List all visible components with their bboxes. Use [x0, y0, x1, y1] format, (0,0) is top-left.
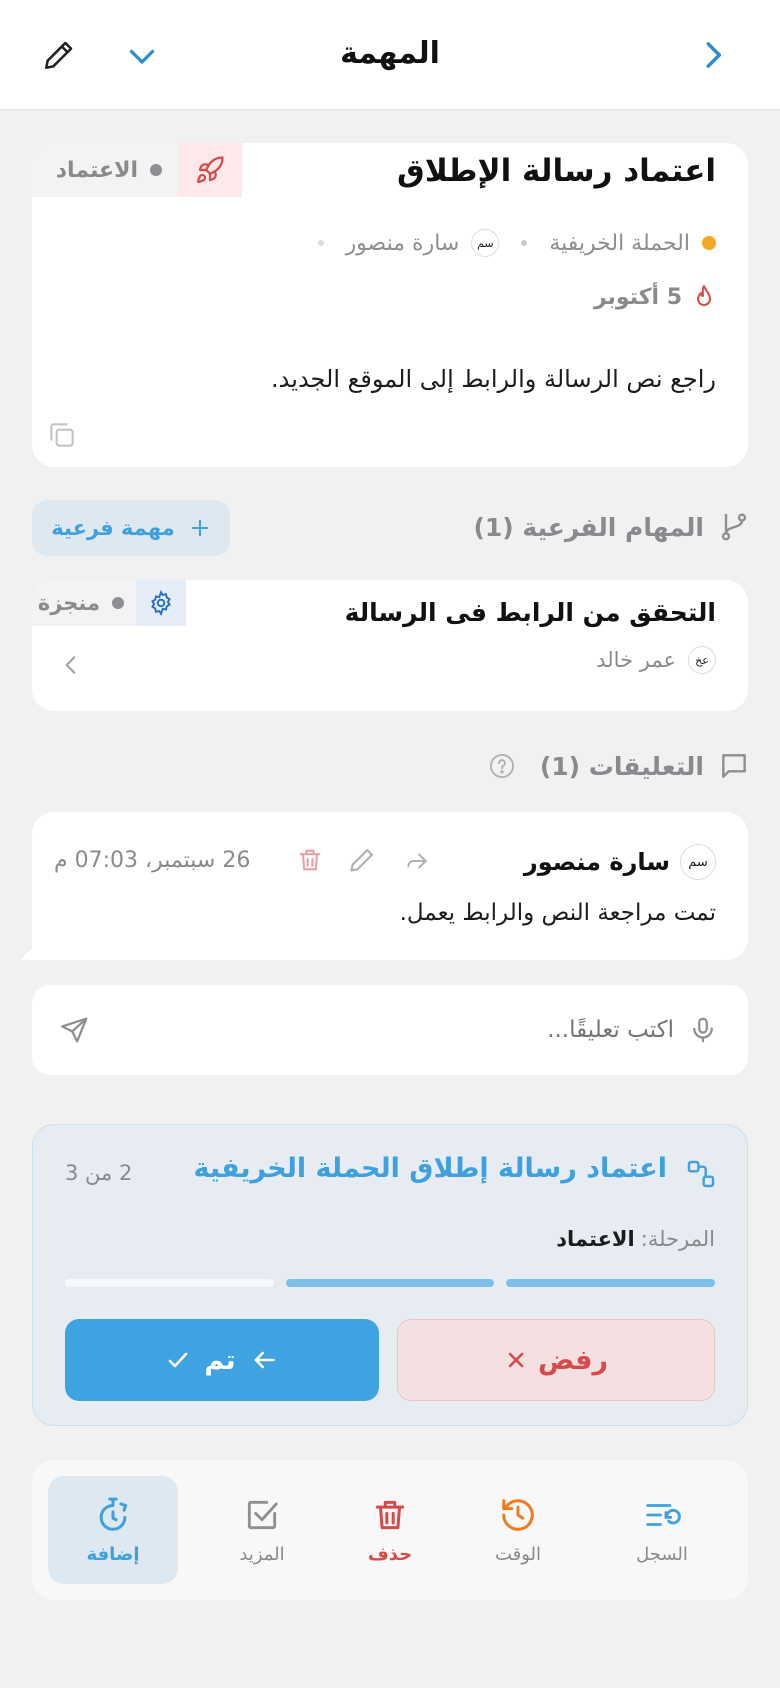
progress-segment	[506, 1279, 715, 1287]
task-description: راجع نص الرسالة والرابط إلى الموقع الجدي…	[271, 365, 716, 393]
timer-add-icon	[94, 1496, 132, 1534]
task-meta-row: الحملة الخريفية سم سارة منصور	[308, 229, 716, 257]
copy-icon[interactable]	[46, 419, 78, 451]
avatar: سم	[471, 229, 500, 257]
separator-dot	[317, 240, 324, 246]
comment-input[interactable]	[154, 1007, 674, 1053]
chevron-left-icon[interactable]	[58, 652, 84, 678]
avatar: سم	[680, 844, 716, 880]
comment-time: 26 سبتمبر، 07:03 م	[54, 848, 251, 873]
stage-label: المرحلة:	[640, 1227, 715, 1251]
separator-dot	[521, 240, 528, 246]
task-title: اعتماد رسالة الإطلاق	[397, 153, 716, 189]
workflow-title[interactable]: اعتماد رسالة إطلاق الحملة الخريفية	[194, 1153, 667, 1184]
task-status-label: الاعتماد	[55, 157, 138, 183]
comments-heading: التعليقات (1)	[539, 751, 704, 781]
edit-pencil-icon[interactable]	[42, 38, 76, 72]
gear-icon	[136, 580, 186, 626]
due-date: 5 أكتوبر	[593, 284, 682, 310]
add-subtask-label: مهمة فرعية	[51, 516, 175, 540]
project-dot	[702, 236, 716, 250]
send-icon[interactable]	[58, 1013, 92, 1047]
comment-icon	[718, 750, 750, 782]
comment-author-row: سم سارة منصور	[524, 844, 716, 880]
task-card: اعتماد رسالة الإطلاق الاعتماد الحملة الخ…	[32, 143, 748, 467]
progress-segment	[64, 1279, 274, 1287]
status-dot	[112, 597, 124, 609]
subtasks-heading: المهام الفرعية (1)	[473, 512, 704, 542]
task-status-pill[interactable]: الاعتماد	[32, 143, 242, 197]
workflow-progress	[64, 1279, 715, 1287]
more-label: المزيد	[239, 1543, 285, 1565]
log-label: السجل	[636, 1543, 688, 1565]
delete-label: حذف	[367, 1543, 413, 1565]
subtask-status-label: منجزة	[37, 591, 100, 615]
avatar: عخ	[688, 646, 716, 674]
reject-button[interactable]: رفض	[397, 1319, 715, 1401]
bottom-action-bar: السجل الوقت حذف المزيد إضافة	[32, 1460, 748, 1600]
checkbox-icon	[243, 1496, 281, 1534]
plus-icon	[189, 517, 211, 539]
close-icon	[504, 1348, 528, 1372]
workflow-icon	[685, 1158, 717, 1190]
branch-icon	[718, 511, 750, 543]
subtask-card[interactable]: التحقق من الرابط فى الرسالة منجزة عخ عمر…	[32, 580, 748, 711]
microphone-icon[interactable]	[688, 1014, 718, 1046]
edit-comment-icon[interactable]	[348, 846, 376, 874]
time-button[interactable]: الوقت	[452, 1476, 584, 1584]
trash-icon	[371, 1496, 409, 1534]
comments-heading-row: التعليقات (1)	[488, 750, 750, 782]
subtasks-heading-row: المهام الفرعية (1)	[473, 511, 750, 543]
log-icon	[643, 1496, 681, 1534]
delete-comment-icon[interactable]	[296, 846, 324, 874]
history-icon	[499, 1496, 537, 1534]
reject-label: رفض	[537, 1344, 609, 1376]
reply-icon[interactable]	[404, 848, 430, 874]
more-button[interactable]: المزيد	[196, 1476, 328, 1584]
chevron-down-icon[interactable]	[124, 38, 160, 74]
comment-author: سارة منصور	[523, 848, 670, 876]
rocket-icon	[178, 143, 242, 197]
comment-input-box	[32, 985, 748, 1075]
stage-value: الاعتماد	[556, 1227, 635, 1251]
flame-icon	[692, 283, 716, 311]
due-date-row[interactable]: 5 أكتوبر	[594, 283, 716, 311]
help-icon[interactable]	[488, 752, 516, 780]
subtask-title: التحقق من الرابط فى الرسالة	[344, 598, 716, 627]
done-button[interactable]: تم	[65, 1319, 379, 1401]
add-time-label: إضافة	[86, 1543, 140, 1565]
delete-button[interactable]: حذف	[324, 1476, 456, 1584]
arrow-left-icon	[250, 1346, 278, 1374]
add-time-button[interactable]: إضافة	[48, 1476, 178, 1584]
comment-card: سم سارة منصور 26 سبتمبر، 07:03 م تمت مرا…	[20, 812, 748, 960]
top-bar: المهمة	[0, 0, 780, 110]
project-name[interactable]: الحملة الخريفية	[549, 231, 690, 256]
page-title: المهمة	[340, 36, 440, 71]
subtask-status-pill[interactable]: منجزة	[32, 580, 186, 626]
subtask-assignee: عمر خالد	[596, 648, 676, 672]
log-button[interactable]: السجل	[596, 1476, 728, 1584]
time-label: الوقت	[494, 1543, 542, 1565]
workflow-card: اعتماد رسالة إطلاق الحملة الخريفية 2 من …	[32, 1124, 748, 1426]
comment-text: تمت مراجعة النص والرابط يعمل.	[399, 900, 716, 926]
done-label: تم	[204, 1344, 236, 1376]
check-icon	[166, 1348, 190, 1372]
add-subtask-button[interactable]: مهمة فرعية	[32, 500, 230, 556]
progress-segment	[285, 1279, 495, 1287]
workflow-counter: 2 من 3	[65, 1161, 133, 1185]
assignee-name[interactable]: سارة منصور	[346, 231, 460, 256]
subtask-assignee-row: عخ عمر خالد	[596, 646, 716, 674]
stage-row: المرحلة: الاعتماد	[556, 1227, 715, 1251]
bubble-tail	[20, 946, 34, 960]
status-dot	[150, 164, 162, 176]
